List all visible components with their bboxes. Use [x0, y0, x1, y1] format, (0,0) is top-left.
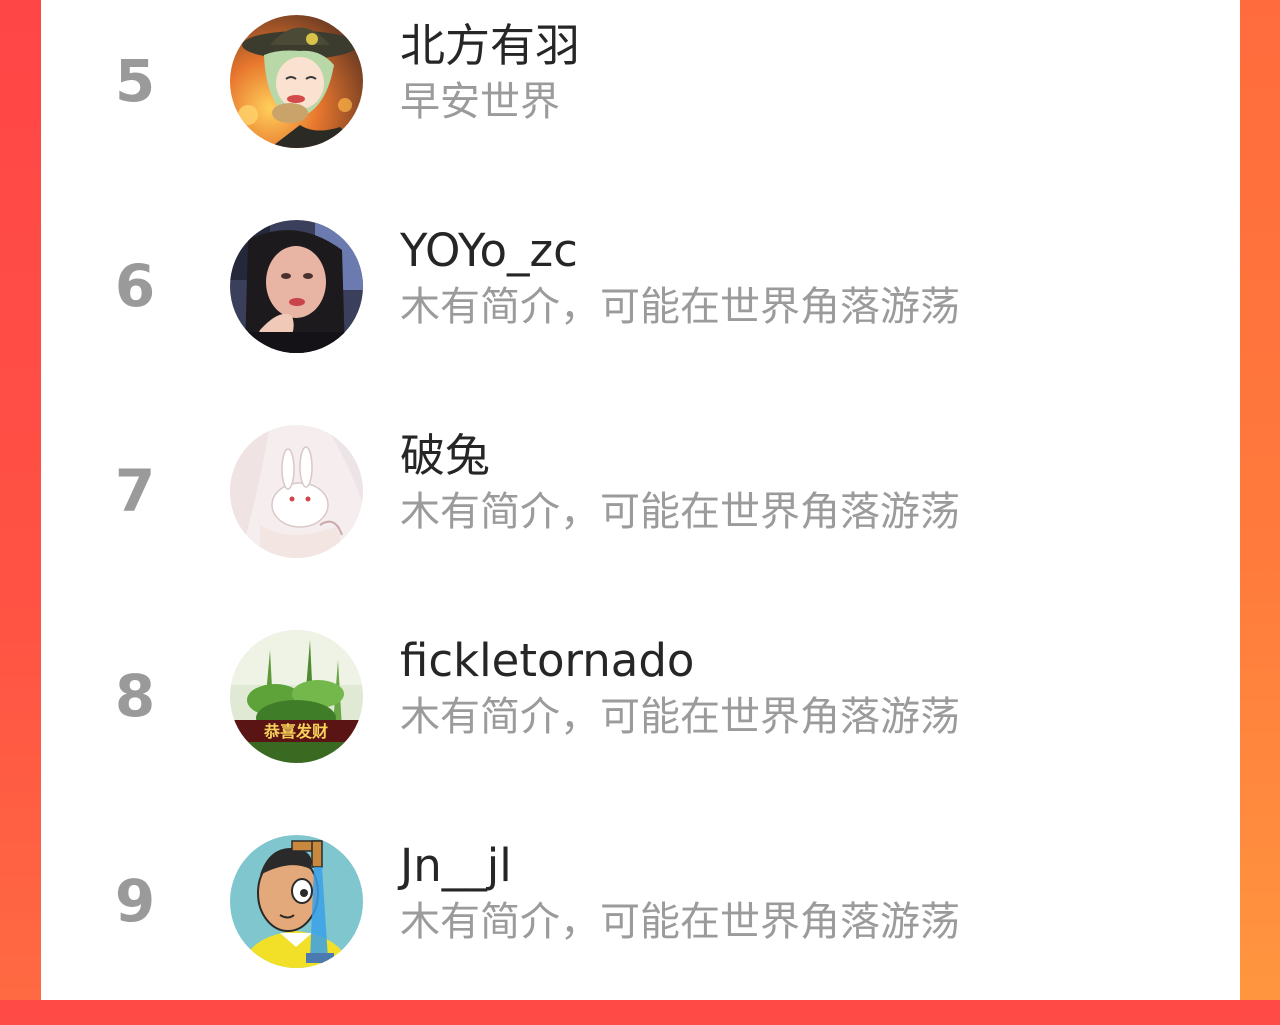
- right-accent-edge: [1240, 0, 1280, 1000]
- rank-number: 5: [114, 47, 156, 115]
- user-name[interactable]: YOYo_zc: [400, 223, 578, 279]
- rank-number: 9: [114, 867, 156, 935]
- leaderboard-list: 5 北方有羽 早安世界 6 YOYo_zc 木有简介，可能在世界角落游荡 7 破…: [41, 0, 1240, 1000]
- rabbit-illustration-avatar[interactable]: [230, 425, 363, 558]
- user-bio: 木有简介，可能在世界角落游荡: [400, 694, 960, 740]
- user-name[interactable]: Jn__jl: [400, 838, 512, 894]
- anime-girl-avatar-image: [230, 15, 363, 148]
- user-bio: 早安世界: [400, 79, 560, 125]
- rank-number: 6: [114, 252, 156, 320]
- user-name[interactable]: fickletornado: [400, 633, 694, 689]
- left-accent-edge: [0, 0, 41, 1000]
- leaderboard-row-7[interactable]: 7 破兔 木有简介，可能在世界角落游荡: [41, 410, 1240, 615]
- plant-avatar-image: 恭喜发财: [230, 630, 363, 763]
- user-bio: 木有简介，可能在世界角落游荡: [400, 284, 960, 330]
- selfie-photo-avatar[interactable]: [230, 220, 363, 353]
- user-name[interactable]: 破兔: [400, 428, 490, 484]
- selfie-photo-avatar-image: [230, 220, 363, 353]
- rabbit-illustration-avatar-image: [230, 425, 363, 558]
- avatar-caption: 恭喜发财: [263, 722, 328, 741]
- leaderboard-row-9[interactable]: 9 Jn__jl 木有简介，可能在世界角落游荡: [41, 820, 1240, 1025]
- user-bio: 木有简介，可能在世界角落游荡: [400, 489, 960, 535]
- rank-number: 7: [114, 457, 156, 525]
- plant-avatar[interactable]: 恭喜发财: [230, 630, 363, 763]
- leaderboard-row-6[interactable]: 6 YOYo_zc 木有简介，可能在世界角落游荡: [41, 205, 1240, 410]
- rank-number: 8: [114, 662, 156, 730]
- leaderboard-row-8[interactable]: 8 恭喜发财 fickletornado 木有简介，可能在世界角落游荡: [41, 615, 1240, 820]
- anime-girl-avatar[interactable]: [230, 15, 363, 148]
- cartoon-man-avatar[interactable]: [230, 835, 363, 968]
- user-name[interactable]: 北方有羽: [400, 18, 580, 74]
- cartoon-man-avatar-image: [230, 835, 363, 968]
- user-bio: 木有简介，可能在世界角落游荡: [400, 899, 960, 945]
- leaderboard-row-5[interactable]: 5 北方有羽 早安世界: [41, 0, 1240, 205]
